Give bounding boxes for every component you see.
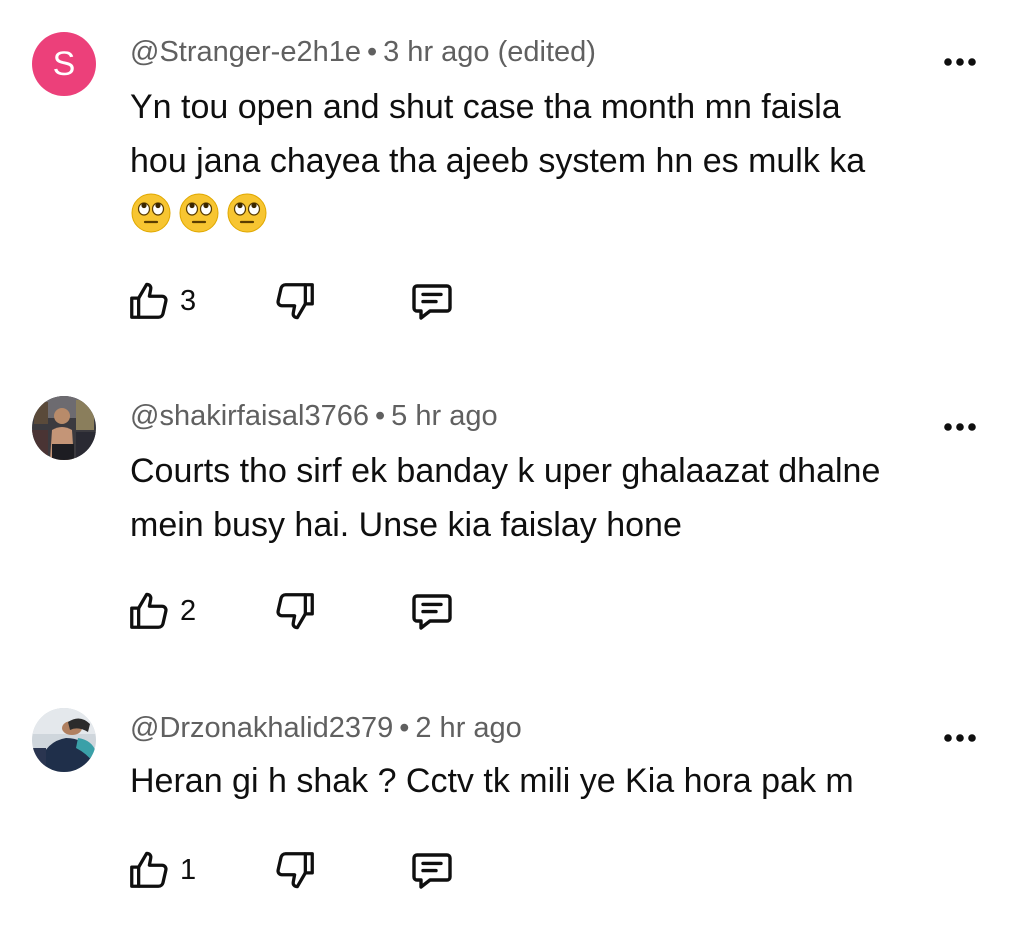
thumbs-up-icon <box>130 592 168 629</box>
comment-icon <box>412 594 452 630</box>
comment-line: mein busy hai. Unse kia faislay hone <box>130 506 682 544</box>
reply-button[interactable] <box>408 845 456 895</box>
reply-button[interactable] <box>408 586 456 636</box>
avatar[interactable] <box>32 396 96 460</box>
eye-roll-emoji-icon <box>227 193 267 233</box>
like-count: 1 <box>180 854 197 886</box>
comment-meta: @Drzonakhalid2379 • 2 hr ago <box>130 710 522 746</box>
avatar-photo <box>32 708 96 772</box>
comment-text: Yn tou open and shut case tha month mn f… <box>130 80 960 234</box>
like-count: 3 <box>180 285 197 317</box>
comment-time: 3 hr ago (edited) <box>383 36 596 68</box>
reply-button[interactable] <box>408 276 456 326</box>
avatar[interactable]: S <box>32 32 96 96</box>
emoji-row <box>130 192 960 234</box>
comment-line: Heran gi h shak ? Cctv tk mili ye Kia ho… <box>130 762 854 800</box>
thumbs-down-icon <box>276 852 314 889</box>
author-handle[interactable]: @shakirfaisal3766 <box>130 400 369 432</box>
more-vert-icon <box>944 423 976 431</box>
more-vert-icon <box>944 58 976 66</box>
author-handle[interactable]: @Stranger-e2h1e <box>130 36 361 68</box>
meta-separator: • <box>375 400 386 432</box>
comment-line: hou jana chayea tha ajeeb system hn es m… <box>130 142 866 180</box>
like-button[interactable]: 2 <box>126 586 196 636</box>
meta-separator: • <box>399 712 410 744</box>
like-button[interactable]: 3 <box>126 276 196 326</box>
more-menu-button[interactable] <box>932 42 988 82</box>
comment-icon <box>412 853 452 889</box>
thumbs-up-icon <box>130 282 168 319</box>
like-count: 2 <box>180 595 197 627</box>
comment-line: Yn tou open and shut case tha month mn f… <box>130 88 841 126</box>
dislike-button[interactable] <box>272 845 318 895</box>
meta-separator: • <box>366 36 378 68</box>
dislike-button[interactable] <box>272 276 318 326</box>
like-button[interactable]: 1 <box>126 845 196 895</box>
comment-line: Courts tho sirf ek banday k uper ghalaaz… <box>130 452 881 490</box>
comment-text: Heran gi h shak ? Cctv tk mili ye Kia ho… <box>130 754 960 808</box>
eye-roll-emoji-icon <box>179 193 219 233</box>
comment-time: 5 hr ago <box>391 400 498 432</box>
avatar-photo <box>32 396 96 460</box>
thumbs-up-icon <box>130 851 168 888</box>
comment-time: 2 hr ago <box>415 712 522 744</box>
more-menu-button[interactable] <box>932 718 988 758</box>
comment-icon <box>412 284 452 320</box>
more-menu-button[interactable] <box>932 407 988 447</box>
eye-roll-emoji-icon <box>131 193 171 233</box>
comment-meta: @shakirfaisal3766 • 5 hr ago <box>130 398 498 434</box>
thumbs-down-icon <box>276 283 314 320</box>
more-vert-icon <box>944 734 976 742</box>
dislike-button[interactable] <box>272 586 318 636</box>
avatar[interactable] <box>32 708 96 772</box>
thumbs-down-icon <box>276 593 314 630</box>
author-handle[interactable]: @Drzonakhalid2379 <box>130 712 393 744</box>
comment-text: Courts tho sirf ek banday k uper ghalaaz… <box>130 444 960 552</box>
comment-meta: @Stranger-e2h1e • 3 hr ago (edited) <box>130 34 596 70</box>
